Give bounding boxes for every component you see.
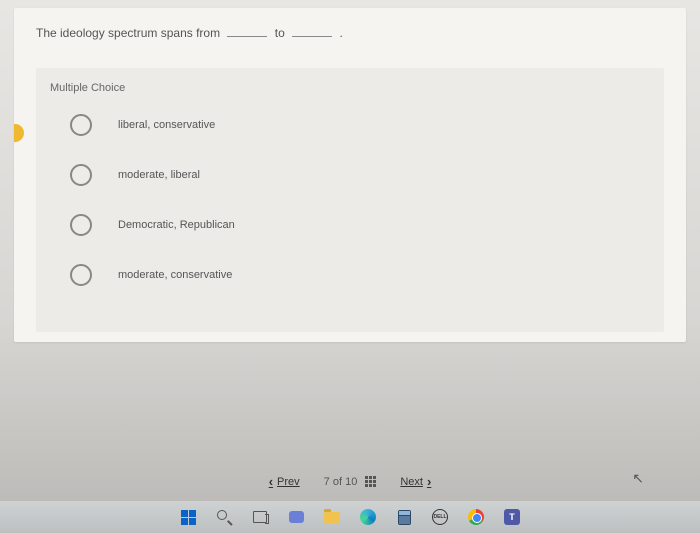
file-explorer-button[interactable] xyxy=(323,508,341,526)
question-mid: to xyxy=(275,26,285,40)
position-indicator: 7 of 10 xyxy=(324,476,377,488)
radio-icon[interactable] xyxy=(70,164,92,186)
question-suffix: . xyxy=(339,26,342,40)
option-3[interactable]: Democratic, Republican xyxy=(50,214,650,236)
chat-button[interactable] xyxy=(287,508,305,526)
teams-button[interactable]: T xyxy=(503,508,521,526)
radio-icon[interactable] xyxy=(70,264,92,286)
windows-taskbar: DELL T xyxy=(0,501,700,533)
calculator-button[interactable] xyxy=(395,508,413,526)
dell-icon: DELL xyxy=(432,509,448,525)
option-text: moderate, liberal xyxy=(118,169,200,181)
blank-2 xyxy=(292,36,332,37)
next-button[interactable]: Next › xyxy=(400,474,431,489)
option-text: moderate, conservative xyxy=(118,269,232,281)
edge-button[interactable] xyxy=(359,508,377,526)
question-card: The ideology spectrum spans from to . Mu… xyxy=(14,8,686,342)
windows-logo-icon xyxy=(181,510,196,525)
start-button[interactable] xyxy=(179,508,197,526)
radio-icon[interactable] xyxy=(70,114,92,136)
edge-icon xyxy=(360,509,376,525)
dell-button[interactable]: DELL xyxy=(431,508,449,526)
search-icon xyxy=(217,510,232,525)
chrome-icon xyxy=(468,509,484,525)
prev-button[interactable]: ‹ Prev xyxy=(269,474,300,489)
teams-icon: T xyxy=(504,509,520,525)
task-view-button[interactable] xyxy=(251,508,269,526)
search-button[interactable] xyxy=(215,508,233,526)
question-nav: ‹ Prev 7 of 10 Next › xyxy=(0,474,700,489)
question-prefix: The ideology spectrum spans from xyxy=(36,26,220,40)
option-4[interactable]: moderate, conservative xyxy=(50,264,650,286)
grid-icon[interactable] xyxy=(365,476,376,487)
option-1[interactable]: liberal, conservative xyxy=(50,114,650,136)
highlight-tab-icon xyxy=(14,124,24,142)
chevron-right-icon: › xyxy=(427,474,431,489)
option-2[interactable]: moderate, liberal xyxy=(50,164,650,186)
prev-label: Prev xyxy=(277,476,300,488)
chevron-left-icon: ‹ xyxy=(269,474,273,489)
question-text: The ideology spectrum spans from to . xyxy=(36,26,664,40)
multiple-choice-label: Multiple Choice xyxy=(50,82,650,94)
option-text: liberal, conservative xyxy=(118,119,215,131)
multiple-choice-panel: Multiple Choice liberal, conservative mo… xyxy=(36,68,664,332)
task-view-icon xyxy=(253,511,267,523)
option-text: Democratic, Republican xyxy=(118,219,235,231)
folder-icon xyxy=(324,512,340,523)
position-text: 7 of 10 xyxy=(324,476,358,488)
blank-1 xyxy=(227,36,267,37)
chrome-button[interactable] xyxy=(467,508,485,526)
radio-icon[interactable] xyxy=(70,214,92,236)
calculator-icon xyxy=(398,510,411,525)
next-label: Next xyxy=(400,476,423,488)
chat-icon xyxy=(289,511,304,523)
